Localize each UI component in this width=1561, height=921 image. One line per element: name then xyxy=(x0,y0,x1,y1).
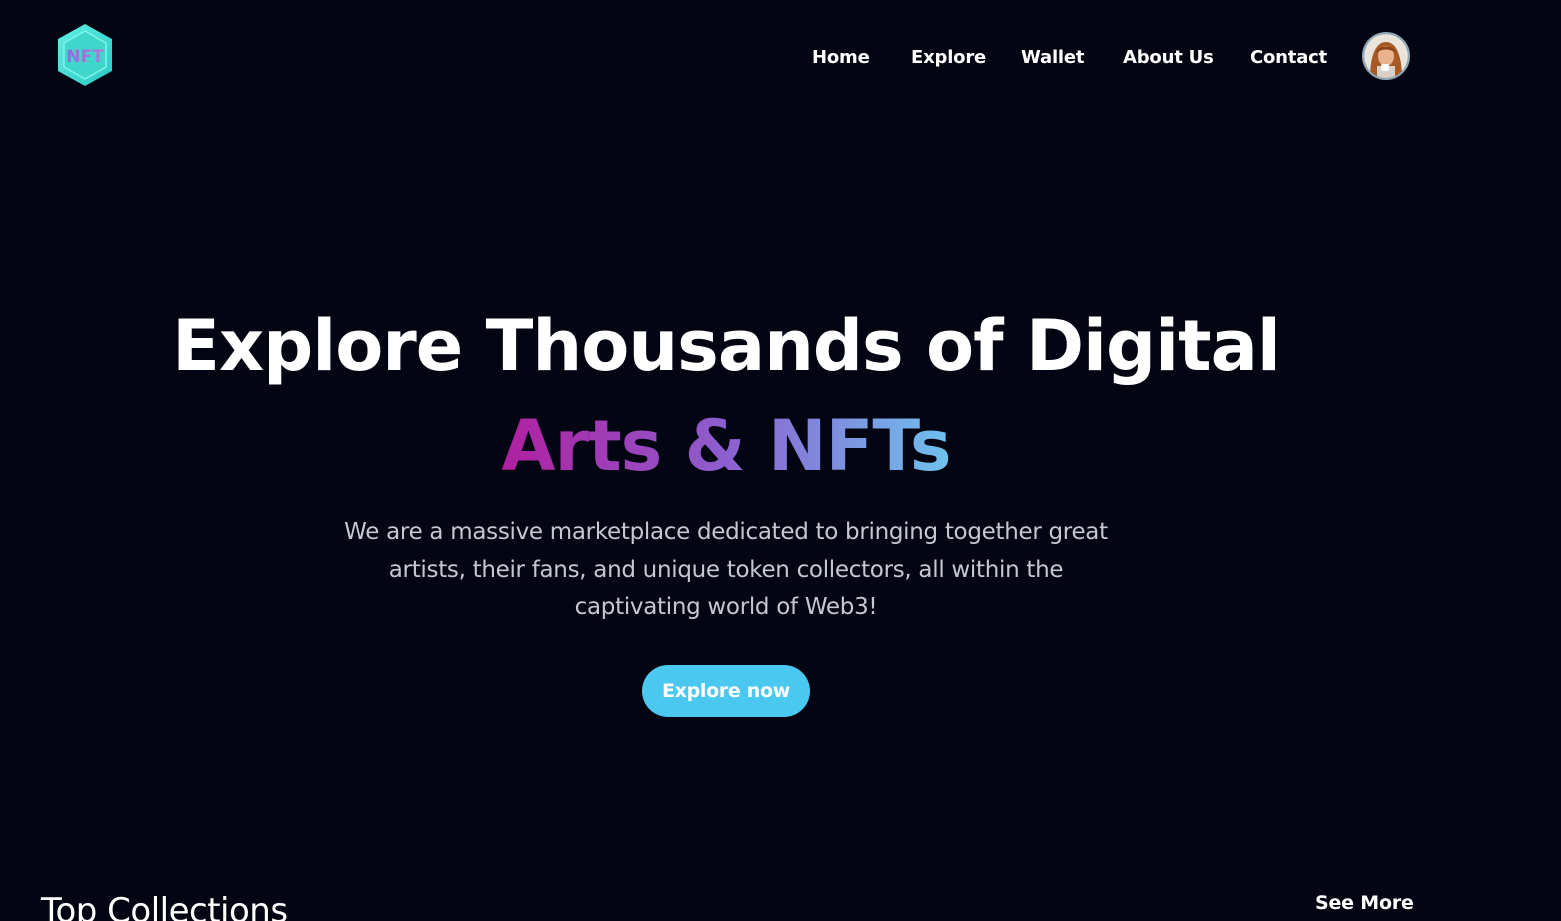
nav-link-home[interactable]: Home xyxy=(812,44,870,72)
user-avatar[interactable] xyxy=(1362,32,1410,80)
hero-title-line2: Arts & NFTs xyxy=(0,398,1452,494)
hero-description: We are a massive marketplace dedicated t… xyxy=(344,519,1108,620)
hero-title-gradient-text: Arts & NFTs xyxy=(501,405,951,487)
nav-link-wallet[interactable]: Wallet xyxy=(1021,44,1085,72)
nav-link-explore[interactable]: Explore xyxy=(911,44,986,72)
nav-link-contact[interactable]: Contact xyxy=(1250,44,1327,72)
landing-page: NFT Home Explore Wallet About Us Contact… xyxy=(0,0,1561,921)
main-nav: Home Explore Wallet About Us Contact xyxy=(0,44,1561,72)
hero-title-line1: Explore Thousands of Digital xyxy=(172,305,1281,387)
see-more-link[interactable]: See More xyxy=(1315,889,1414,917)
nav-link-about-us[interactable]: About Us xyxy=(1123,44,1214,72)
explore-now-button[interactable]: Explore now xyxy=(642,665,810,717)
top-collections-title: Top Collections xyxy=(41,891,288,921)
